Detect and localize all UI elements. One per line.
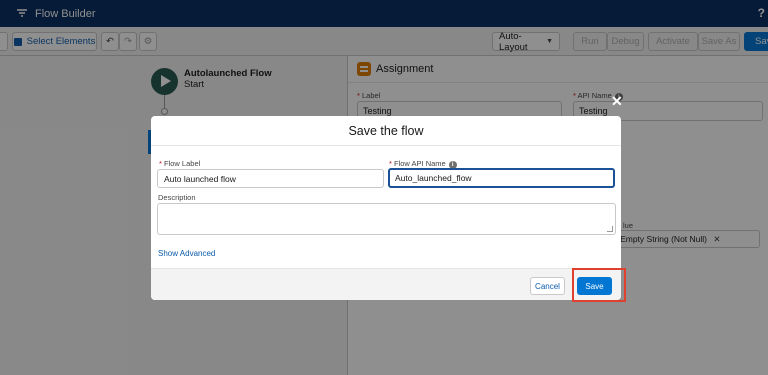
show-advanced-link[interactable]: Show Advanced xyxy=(158,249,215,258)
cancel-button[interactable]: Cancel xyxy=(530,277,565,295)
modal-close-icon[interactable]: ✕ xyxy=(611,93,623,110)
flow-label-label: * Flow Label xyxy=(159,159,201,168)
modal-title: Save the flow xyxy=(348,124,424,138)
description-textarea[interactable] xyxy=(157,203,616,235)
save-button-highlight xyxy=(572,268,626,302)
modal-footer: Cancel Save xyxy=(151,268,621,300)
flow-label-input[interactable]: Auto launched flow xyxy=(157,169,384,188)
modal-header: Save the flow xyxy=(151,116,621,146)
resize-handle-icon[interactable] xyxy=(607,226,613,232)
flow-api-name-input[interactable]: Auto_launched_flow xyxy=(388,168,615,188)
save-flow-modal: Save the flow * Flow Label Auto launched… xyxy=(151,116,621,300)
description-label: Description xyxy=(158,193,196,202)
